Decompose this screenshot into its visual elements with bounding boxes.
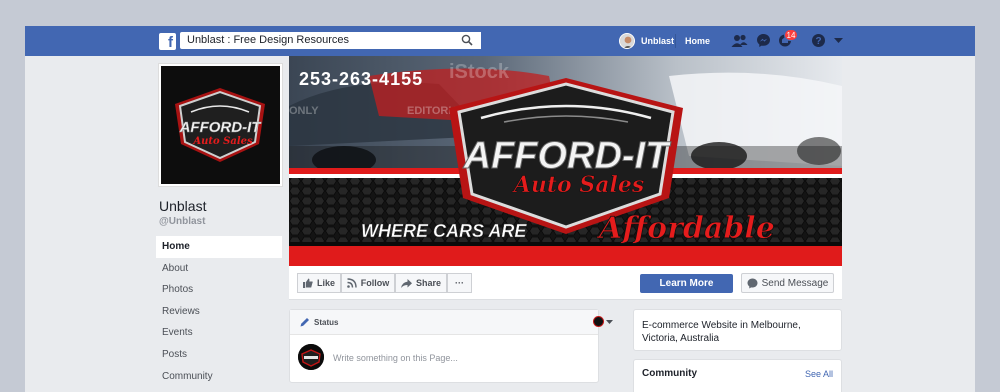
status-tab-label[interactable]: Status [314, 318, 338, 327]
thumbs-up-icon [302, 278, 313, 288]
messenger-icon[interactable] [756, 33, 771, 48]
sidebar-item-events[interactable]: Events [156, 322, 282, 344]
community-title: Community [642, 368, 697, 379]
more-options-label: ··· [455, 278, 464, 288]
about-text: E-commerce Website in Melbourne, Victori… [642, 320, 801, 344]
search-input-value: Unblast : Free Design Resources [187, 34, 350, 46]
chevron-down-icon[interactable] [606, 320, 613, 325]
learn-more-button[interactable]: Learn More [640, 274, 733, 293]
svg-text:?: ? [815, 36, 821, 47]
share-button[interactable]: Share [395, 273, 447, 293]
page-username[interactable]: @Unblast [159, 216, 205, 227]
sidebar-nav: Home About Photos Reviews Events Posts C… [156, 236, 282, 387]
cover-tagline: WHERE CARS ARE [361, 221, 527, 241]
share-arrow-icon [400, 278, 412, 288]
logo-script-text: Auto Sales [192, 136, 253, 147]
send-message-button[interactable]: Send Message [741, 273, 834, 293]
pencil-icon [300, 318, 309, 327]
help-icon[interactable]: ? [811, 33, 826, 48]
avatar [619, 33, 635, 49]
about-card: E-commerce Website in Melbourne, Victori… [633, 309, 842, 351]
rss-follow-icon [346, 278, 357, 288]
friend-requests-icon[interactable] [731, 33, 748, 49]
nav-divider [675, 34, 676, 48]
cover-brand-text: AFFORD-IT [463, 135, 672, 177]
chevron-down-icon[interactable] [834, 38, 843, 44]
page-action-bar: Like Follow Share ··· Learn More Send Me… [289, 266, 842, 300]
like-label: Like [316, 278, 335, 288]
profile-link[interactable]: Unblast [619, 32, 674, 50]
home-link[interactable]: Home [685, 36, 710, 46]
sidebar-item-photos[interactable]: Photos [156, 279, 282, 301]
community-card: Community See All [633, 359, 842, 392]
page-profile-picture[interactable]: AFFORD-IT Auto Sales [159, 64, 282, 186]
send-message-label: Send Message [761, 277, 829, 289]
sidebar-item-reviews[interactable]: Reviews [156, 301, 282, 323]
cover-photo[interactable]: EDITORIAL ONLY iStock 253-263-4155 AFFOR… [289, 56, 842, 268]
watermark-text-2: ONLY [289, 105, 319, 117]
like-button[interactable]: Like [297, 273, 341, 293]
cover-tagline-script: Affordable [596, 211, 775, 246]
share-label: Share [415, 278, 441, 288]
search-input[interactable]: Unblast : Free Design Resources [180, 32, 481, 49]
follow-button[interactable]: Follow [341, 273, 395, 293]
avatar [298, 344, 324, 370]
see-all-link[interactable]: See All [805, 369, 833, 379]
post-as-avatar[interactable] [593, 316, 604, 327]
sidebar-item-home[interactable]: Home [156, 236, 282, 258]
logo-brand-text: AFFORD-IT [179, 119, 263, 136]
page-title: Unblast [159, 198, 207, 214]
watermark-text-3: iStock [449, 61, 510, 83]
top-nav-bar: f Unblast : Free Design Resources Unblas… [25, 26, 975, 56]
status-composer: Status Write something on this Page... [289, 309, 613, 383]
follow-label: Follow [360, 278, 390, 288]
sidebar-item-community[interactable]: Community [156, 366, 282, 388]
search-icon[interactable] [461, 34, 473, 46]
sidebar-item-about[interactable]: About [156, 258, 282, 280]
sidebar-item-posts[interactable]: Posts [156, 344, 282, 366]
message-bubble-icon [747, 278, 758, 288]
facebook-logo-icon[interactable]: f [159, 33, 176, 51]
more-options-button[interactable]: ··· [447, 273, 472, 293]
browser-frame: f Unblast : Free Design Resources Unblas… [25, 26, 975, 392]
notification-count-badge: 14 [784, 29, 798, 41]
status-input[interactable]: Write something on this Page... [333, 353, 458, 363]
profile-name: Unblast [641, 36, 675, 46]
status-composer-header: Status [290, 310, 613, 335]
cover-phone-number: 253-263-4155 [299, 69, 423, 89]
cover-brand-script: Auto Sales [512, 172, 644, 198]
